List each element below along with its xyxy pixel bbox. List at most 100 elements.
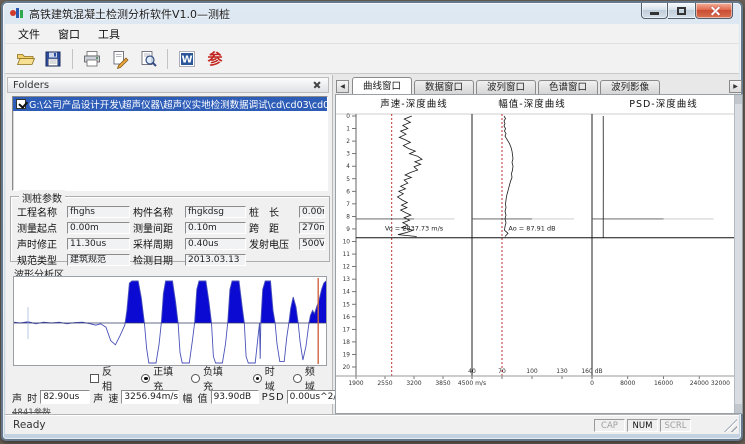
menu-item-2[interactable]: 工具 (89, 24, 129, 44)
svg-text:3200: 3200 (406, 380, 421, 387)
svg-text:12: 12 (343, 265, 351, 271)
svg-text:0: 0 (346, 114, 350, 120)
scroll-down-icon[interactable] (735, 404, 742, 413)
svg-text:18: 18 (343, 340, 351, 346)
clipped-section-text: 4841参数 (12, 406, 51, 414)
svg-text:16000: 16000 (654, 380, 673, 387)
indicator-scrl: SCRL (660, 419, 691, 432)
open-file-button[interactable] (12, 47, 38, 71)
svg-text:2: 2 (346, 139, 350, 145)
tab-曲线窗口[interactable]: 曲线窗口 (352, 77, 412, 94)
readout-label: 声 时 (12, 390, 38, 405)
chart-area[interactable]: 01234567891011121314151617181920声速-深度曲线1… (335, 94, 743, 414)
menu-item-1[interactable]: 窗口 (49, 24, 89, 44)
vertical-scrollbar[interactable] (734, 95, 742, 413)
tab-波列窗口[interactable]: 波列窗口 (476, 80, 536, 94)
svg-text:1900: 1900 (348, 380, 363, 387)
folders-list[interactable]: G:\公司产品设计开发\超声仪器\超声仪实地检测数据调试\cd\cd03\cd0… (12, 96, 328, 191)
depth-curves-svg: 01234567891011121314151617181920声速-深度曲线1… (336, 95, 736, 413)
svg-text:3850: 3850 (435, 380, 450, 387)
close-button[interactable] (695, 3, 733, 19)
svg-text:130: 130 (556, 368, 568, 375)
tab-波列影像[interactable]: 波列影像 (600, 80, 660, 94)
param-label: 测量间距 (133, 220, 182, 235)
maximize-icon (677, 7, 686, 15)
param-label: 规范类型 (17, 252, 64, 267)
param-label: 跨 距 (249, 220, 296, 235)
word-icon: W (177, 49, 197, 69)
export-button[interactable] (107, 47, 133, 71)
app-icon (10, 7, 24, 20)
svg-text:19: 19 (343, 352, 351, 358)
folders-pane-caption[interactable]: Folders (7, 77, 329, 93)
print-preview-button[interactable] (135, 47, 161, 71)
param-field: 270mm (299, 222, 325, 234)
param-field: 建筑规范 (67, 254, 130, 266)
svg-text:5: 5 (346, 177, 350, 183)
tab-色谱窗口[interactable]: 色谱窗口 (538, 80, 598, 94)
svg-text:11: 11 (343, 252, 351, 258)
reference-params-button[interactable]: 参 (202, 47, 228, 71)
svg-text:14: 14 (343, 290, 351, 296)
param-field: 11.30us (67, 238, 130, 250)
svg-text:1: 1 (346, 127, 350, 133)
svg-text:Vo = 2837.73 m/s: Vo = 2837.73 m/s (385, 225, 444, 233)
params-glyph-icon: 参 (207, 48, 222, 70)
fill-radio[interactable] (191, 374, 200, 383)
resize-grip[interactable] (724, 419, 737, 432)
tab-scroll-left-icon[interactable]: ◀ (336, 80, 349, 93)
titlebar[interactable]: 高铁建筑混凝土检测分析软件V1.0—测桩 (3, 3, 741, 24)
maximize-button[interactable] (668, 3, 695, 19)
param-field: fhghs (67, 206, 130, 218)
svg-text:Ao = 87.91 dB: Ao = 87.91 dB (508, 225, 555, 233)
minimize-button[interactable] (641, 3, 668, 19)
svg-text:3: 3 (346, 152, 350, 158)
menu-item-0[interactable]: 文件 (9, 24, 49, 44)
readout-label: 声 速 (93, 390, 119, 405)
svg-text:24000: 24000 (690, 380, 709, 387)
svg-text:声速-深度曲线: 声速-深度曲线 (380, 98, 447, 110)
svg-text:4500 m/s: 4500 m/s (458, 380, 486, 387)
client-area: Folders G:\公司产品设计开发\超声仪器\超声仪实地检测数据调试\cd\… (5, 74, 739, 415)
svg-text:32000: 32000 (711, 380, 730, 387)
menu-bar: 文件窗口工具 (5, 24, 739, 44)
pile-params-group: 测桩参数 工程名称fhghs构件名称fhgkdsg桩 长0.00m测量起点0.0… (10, 196, 330, 262)
scroll-up-icon[interactable] (735, 95, 742, 104)
fill-radio[interactable] (141, 374, 150, 383)
domain-radio[interactable] (293, 374, 302, 383)
param-label: 检测日期 (133, 252, 182, 267)
invert-checkbox[interactable] (90, 374, 99, 383)
waveform-plot[interactable] (13, 276, 327, 366)
svg-text:2550: 2550 (377, 380, 392, 387)
param-label: 构件名称 (133, 204, 182, 219)
tab-scroll-right-icon[interactable]: ▶ (729, 80, 742, 93)
svg-text:17: 17 (343, 327, 351, 333)
tab-strip: ◀曲线窗口数据窗口波列窗口色谱窗口波列影像 ▶ (335, 76, 743, 94)
print-button[interactable] (79, 47, 105, 71)
svg-text:160 dB: 160 dB (581, 368, 602, 375)
folders-list-item[interactable]: G:\公司产品设计开发\超声仪器\超声仪实地检测数据调试\cd\cd03\cd0… (13, 97, 327, 111)
status-bar: Ready CAPNUMSCRL (5, 415, 739, 434)
param-field: fhgkdsg (185, 206, 246, 218)
readout-label: 幅 值 (182, 390, 208, 405)
keyboard-indicators: CAPNUMSCRL (592, 419, 691, 432)
item-checkbox[interactable] (16, 99, 26, 109)
svg-text:0: 0 (590, 380, 594, 387)
page-pencil-icon (110, 49, 130, 69)
word-export-button[interactable]: W (174, 47, 200, 71)
svg-text:4: 4 (346, 164, 350, 170)
indicator-num: NUM (627, 419, 658, 432)
param-field: 0.00m (299, 206, 325, 218)
svg-text:20: 20 (343, 365, 351, 371)
param-label: 测量起点 (17, 220, 64, 235)
domain-radio[interactable] (253, 374, 262, 383)
open-folder-icon (15, 49, 36, 69)
pane-close-icon[interactable] (311, 79, 323, 91)
tab-数据窗口[interactable]: 数据窗口 (414, 80, 474, 94)
readout-field: 93.90dB (211, 390, 259, 404)
svg-text:13: 13 (343, 277, 351, 283)
save-floppy-icon (43, 49, 63, 69)
save-button[interactable] (40, 47, 66, 71)
folders-pane-title: Folders (13, 80, 49, 91)
param-field: 0.40us (185, 238, 246, 250)
